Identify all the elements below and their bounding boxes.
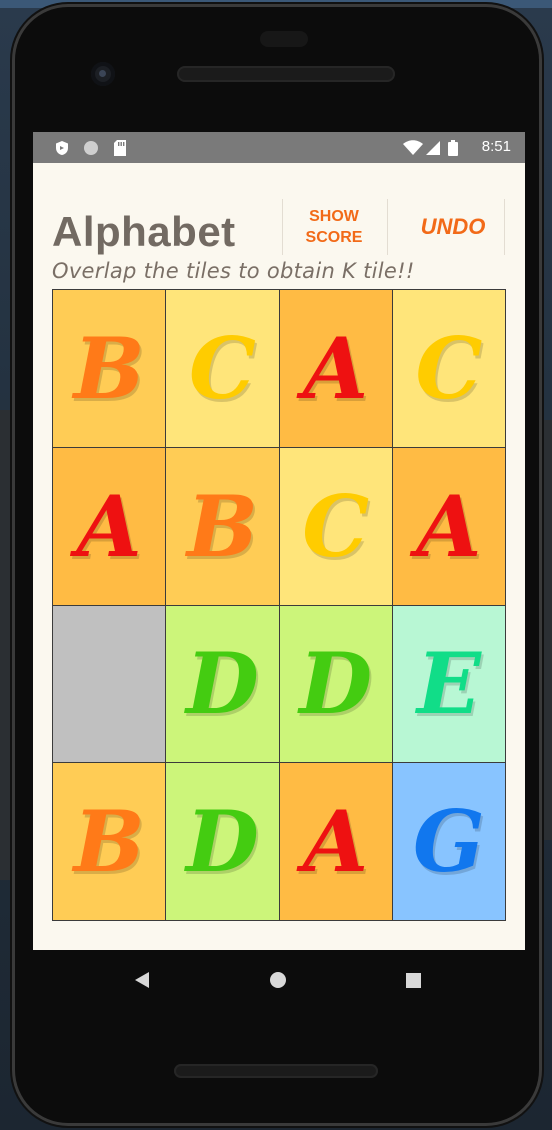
tile-g[interactable]: G: [392, 763, 505, 920]
status-bar: 8:51: [33, 132, 525, 163]
tile-b[interactable]: B: [53, 290, 166, 447]
tile-e[interactable]: E: [392, 605, 505, 763]
android-nav-bar: [33, 950, 525, 1020]
status-time: 8:51: [481, 138, 511, 155]
tile-a[interactable]: A: [279, 763, 392, 920]
bottom-speaker: [174, 1064, 378, 1078]
header-divider-1: [282, 199, 283, 255]
tile-b[interactable]: B: [53, 763, 166, 920]
wifi-icon: [403, 140, 423, 156]
instruction-text: Overlap the tiles to obtain K tile!!: [52, 259, 415, 283]
tile-c[interactable]: C: [166, 290, 279, 447]
home-circle-icon[interactable]: [270, 972, 286, 988]
tile-d[interactable]: D: [166, 605, 279, 763]
tile-empty[interactable]: [53, 605, 166, 763]
signal-icon: [425, 140, 441, 156]
front-camera: [91, 62, 115, 86]
header-divider-2: [387, 199, 388, 255]
page-title: Alphabet: [52, 208, 236, 255]
header-divider-3: [504, 199, 505, 255]
shield-icon: [54, 140, 70, 156]
show-score-button[interactable]: SHOW SCORE: [288, 199, 380, 255]
recents-square-icon[interactable]: [406, 973, 421, 988]
tile-a[interactable]: A: [392, 447, 505, 605]
tile-a[interactable]: A: [279, 290, 392, 447]
tile-d[interactable]: D: [279, 605, 392, 763]
top-speaker: [177, 66, 395, 82]
earpiece: [260, 31, 308, 47]
tile-b[interactable]: B: [166, 447, 279, 605]
tile-d[interactable]: D: [166, 763, 279, 920]
sd-card-icon: [112, 140, 128, 156]
app-header: Alphabet SHOW SCORE UNDO Overlap the til…: [33, 163, 525, 288]
phone-frame: 8:51 Alphabet SHOW SCORE UNDO Overlap th…: [12, 4, 542, 1126]
game-board: BCACABCADDEBDAG: [52, 289, 506, 921]
background-panel-right: [542, 420, 552, 840]
tile-a[interactable]: A: [53, 447, 166, 605]
tile-c[interactable]: C: [279, 447, 392, 605]
tile-c[interactable]: C: [392, 290, 505, 447]
undo-label: UNDO: [420, 214, 486, 239]
circle-icon: [83, 140, 99, 156]
battery-icon: [448, 140, 458, 156]
back-triangle-icon[interactable]: [135, 972, 149, 988]
show-score-label: SHOW SCORE: [305, 208, 363, 246]
app-screen: 8:51 Alphabet SHOW SCORE UNDO Overlap th…: [33, 132, 525, 950]
undo-button[interactable]: UNDO: [403, 199, 503, 255]
